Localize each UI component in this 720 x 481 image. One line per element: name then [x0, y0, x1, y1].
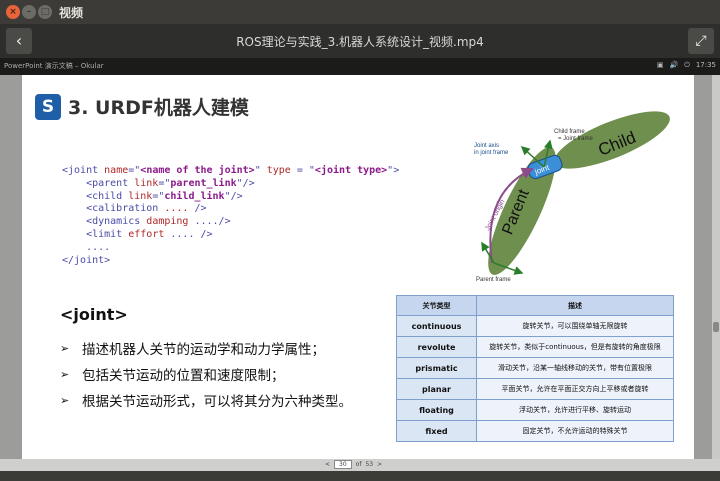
- bullet-text: 包括关节运动的位置和速度限制；: [82, 368, 285, 384]
- code-token: <joint: [62, 165, 105, 176]
- joint-axis-label: Joint axis: [474, 143, 499, 149]
- code-block: <joint name="<name of the joint>" type =…: [62, 165, 399, 267]
- player-header: ‹ ROS理论与实践_3.机器人系统设计_视频.mp4 ⤢: [0, 24, 720, 58]
- arrow-bullet-icon: ➢: [60, 393, 70, 407]
- bullet-text: 根据关节运动形式，可以将其分为六种类型。: [82, 394, 352, 410]
- joint-type-cell: planar: [396, 378, 477, 400]
- arrow-bullet-icon: ➢: [60, 341, 70, 355]
- table-row: prismatic 滑动关节，沿某一轴线移动的关节，带有位置极限: [396, 357, 674, 379]
- code-token: link: [128, 190, 153, 202]
- table-row: fixed 固定关节，不允许运动的特殊关节: [396, 420, 674, 442]
- prev-page-button[interactable]: <: [325, 461, 330, 468]
- okular-titlebar: PowerPoint 演示文稿 – Okular ▣ 🔊 ⏻ 17:35: [0, 58, 720, 75]
- code-token: <parent: [62, 177, 135, 189]
- tray-item-screen-icon[interactable]: ▣: [657, 61, 664, 70]
- tray-clock: 17:35: [695, 61, 716, 69]
- joint-desc-cell: 滑动关节，沿某一轴线移动的关节，带有位置极限: [476, 357, 674, 379]
- code-token: = ": [290, 165, 315, 176]
- code-token: ": [254, 165, 267, 176]
- joint-desc-cell: 固定关节，不允许运动的特殊关节: [476, 420, 674, 442]
- code-token: .... />: [164, 228, 213, 240]
- code-token: <name of the joint>: [140, 165, 255, 176]
- page-navigator: < 30 of 53 >: [0, 459, 720, 471]
- code-token: =": [152, 190, 165, 202]
- code-token: child_link: [164, 190, 225, 202]
- joint-heading: <joint>: [60, 305, 128, 324]
- fullscreen-button[interactable]: ⤢: [688, 28, 714, 54]
- window-titlebar: × – □ 视频: [0, 0, 720, 24]
- code-token: ">: [387, 165, 400, 176]
- joint-type-cell: prismatic: [396, 357, 477, 379]
- joint-type-cell: floating: [396, 399, 477, 421]
- code-token: <child: [62, 190, 129, 202]
- bullet-text: 描述机器人关节的运动学和动力学属性；: [82, 342, 325, 358]
- close-window-icon[interactable]: ×: [6, 5, 20, 19]
- code-token: <joint type>: [314, 165, 388, 176]
- code-token: effort: [128, 228, 165, 240]
- code-token: parent_link: [170, 177, 237, 189]
- code-token: link: [134, 177, 159, 189]
- arrow-bullet-icon: ➢: [60, 367, 70, 381]
- code-token: "/>: [224, 190, 243, 202]
- code-token: =": [128, 165, 141, 176]
- code-token: </joint>: [62, 254, 111, 266]
- page-of-label: of: [355, 461, 362, 468]
- list-item: ➢ 描述机器人关节的运动学和动力学属性；: [60, 335, 352, 361]
- joint-desc-cell: 旋转关节，类似于continuous，但是有旋转的角度极限: [476, 336, 674, 358]
- child-frame-label-2: = Joint frame: [558, 136, 594, 142]
- code-token: ..../>: [188, 216, 231, 228]
- code-token: <dynamics: [62, 216, 147, 228]
- code-token: damping: [146, 216, 189, 228]
- joint-desc-cell: 浮动关节，允许进行平移、旋转运动: [476, 399, 674, 421]
- maximize-window-icon[interactable]: □: [38, 5, 52, 19]
- code-token: <limit: [62, 228, 129, 240]
- window-title: 视频: [59, 6, 84, 20]
- video-title: ROS理论与实践_3.机器人系统设计_视频.mp4: [236, 35, 484, 49]
- joint-type-cell: fixed: [396, 420, 477, 442]
- table-header-type: 关节类型: [396, 295, 477, 316]
- joint-type-table: 关节类型 描述 continuous 旋转关节，可以围绕单轴无限旋转 revolu…: [396, 295, 674, 442]
- joint-type-cell: revolute: [396, 336, 477, 358]
- child-frame-label: Child frame: [554, 129, 585, 135]
- code-token: =": [158, 177, 171, 189]
- slide-title: 3. URDF机器人建模: [68, 97, 249, 119]
- page-total: 53: [365, 461, 374, 468]
- list-item: ➢ 根据关节运动形式，可以将其分为六种类型。: [60, 387, 352, 413]
- minimize-window-icon[interactable]: –: [22, 5, 36, 19]
- code-token: />: [188, 203, 207, 215]
- code-token: <calibration: [62, 203, 165, 215]
- system-tray: ▣ 🔊 ⏻ 17:35: [657, 61, 716, 70]
- logo-icon: S: [35, 94, 61, 120]
- bullet-list: ➢ 描述机器人关节的运动学和动力学属性； ➢ 包括关节运动的位置和速度限制； ➢ 根据…: [60, 335, 352, 413]
- bottom-strip: [0, 471, 720, 481]
- scrollbar-thumb[interactable]: [713, 322, 719, 332]
- code-token: "/>: [236, 177, 255, 189]
- table-row: revolute 旋转关节，类似于continuous，但是有旋转的角度极限: [396, 336, 674, 358]
- joint-desc-cell: 平面关节，允许在平面正交方向上平移或者旋转: [476, 378, 674, 400]
- vertical-scrollbar[interactable]: [712, 75, 720, 459]
- code-token: type: [266, 165, 291, 176]
- table-header-desc: 描述: [476, 295, 674, 316]
- slide-page: S 3. URDF机器人建模 <joint name="<name of the…: [22, 75, 694, 459]
- okular-title: PowerPoint 演示文稿 – Okular: [4, 62, 104, 70]
- joint-axis-label-2: in joint frame: [474, 150, 509, 156]
- table-row: continuous 旋转关节，可以围绕单轴无限旋转: [396, 315, 674, 337]
- tray-item-power-icon[interactable]: ⏻: [684, 61, 690, 70]
- list-item: ➢ 包括关节运动的位置和速度限制；: [60, 361, 352, 387]
- page-number-input[interactable]: 30: [334, 460, 352, 469]
- next-page-button[interactable]: >: [377, 461, 382, 468]
- table-row: floating 浮动关节，允许进行平移、旋转运动: [396, 399, 674, 421]
- tray-item-volume-icon[interactable]: 🔊: [670, 61, 679, 70]
- joint-desc-cell: 旋转关节，可以围绕单轴无限旋转: [476, 315, 674, 337]
- table-row: planar 平面关节，允许在平面正交方向上平移或者旋转: [396, 378, 674, 400]
- code-token: ....: [62, 241, 111, 253]
- joint-type-cell: continuous: [396, 315, 477, 337]
- code-token: name: [104, 165, 129, 176]
- code-token: ....: [164, 203, 189, 215]
- joint-diagram: Child Parent joint Child frame = Joint f…: [474, 111, 670, 283]
- parent-frame-label: Parent frame: [476, 277, 511, 283]
